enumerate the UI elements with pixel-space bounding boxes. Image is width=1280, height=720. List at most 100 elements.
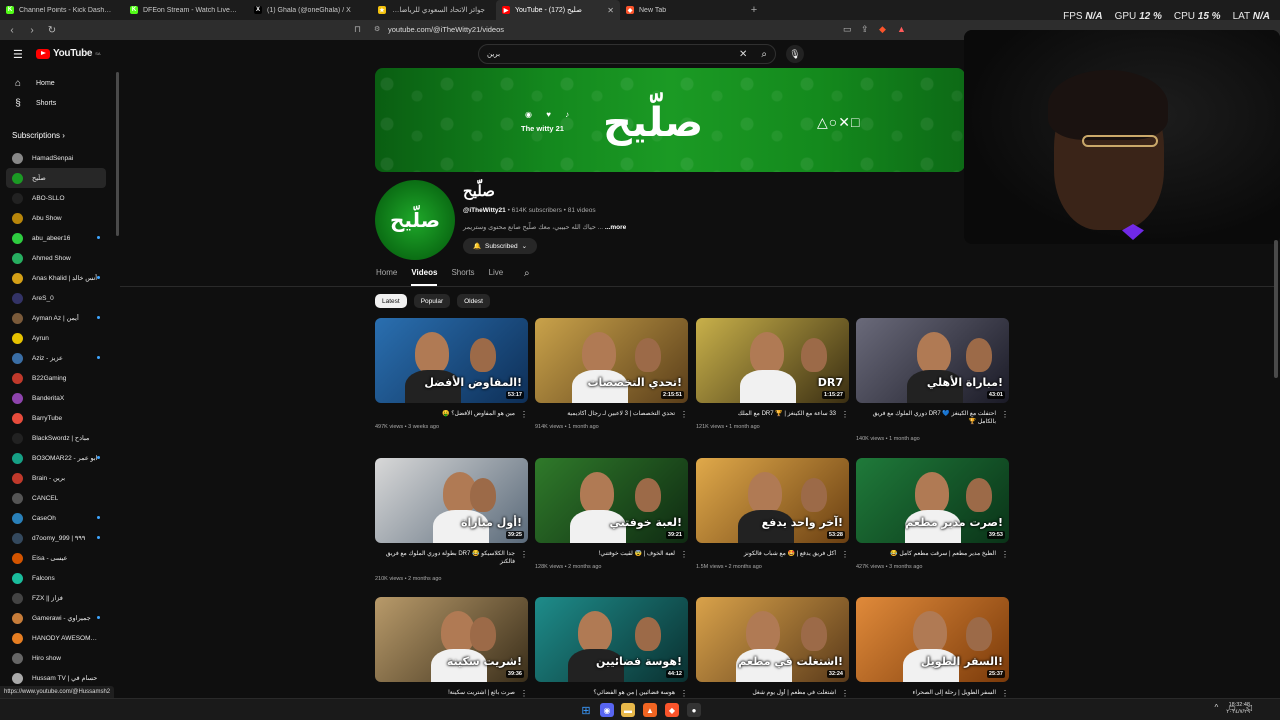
sidebar-channel-item[interactable]: BarryTube: [6, 408, 106, 428]
video-card[interactable]: السفر الطويل! 25:37 السفر الطويل | رحلة إل…: [856, 597, 1009, 700]
sidebar-channel-item[interactable]: ABO-SLLO: [6, 188, 106, 208]
video-title[interactable]: 33 ساعة مع الكينغز | 🏆 DR7 مع الملك: [696, 410, 836, 418]
video-thumbnail[interactable]: صرت مدير مطعم! 39:53: [856, 458, 1009, 543]
voice-search-button[interactable]: 🎙: [786, 45, 804, 63]
brave-browser-icon[interactable]: ◆: [665, 703, 679, 717]
video-thumbnail[interactable]: آخر واحد يدفع! 53:28: [696, 458, 849, 543]
chip-latest[interactable]: Latest: [375, 294, 407, 308]
video-thumbnail[interactable]: اشتغلت في مطعم! 32:24: [696, 597, 849, 682]
video-card[interactable]: لعبة خوفتني! 39:21 لعبة الخوف | 😨 لقيت خوف…: [535, 458, 688, 588]
windows-start-icon[interactable]: ⊞: [579, 703, 593, 717]
sidebar-item-home[interactable]: ⌂ Home: [12, 78, 55, 89]
sidebar-channel-item[interactable]: CaseOh: [6, 508, 106, 528]
video-card[interactable]: DR7 1:15:27 33 ساعة مع الكينغز | 🏆 DR7 مع …: [696, 318, 849, 448]
page-scrollbar[interactable]: [1274, 240, 1278, 378]
sidebar-scrollbar[interactable]: [116, 72, 119, 236]
browser-tab[interactable]: ★ جوائز الاتحاد السعودي للرياضات الإلكترو…: [372, 0, 496, 20]
sidebar-channel-item[interactable]: d7oomy_999 | ٩٩٩: [6, 528, 106, 548]
video-title[interactable]: هوسة فضائيين | من هو الفضائي؟: [535, 689, 675, 697]
sidebar-channel-item[interactable]: Falcons: [6, 568, 106, 588]
tab-live[interactable]: Live: [489, 266, 504, 286]
video-card[interactable]: آخر واحد يدفع! 53:28 أكل فريق يدفع | 🤩 مع …: [696, 458, 849, 588]
more-actions-icon[interactable]: ⋮: [1001, 410, 1009, 419]
search-icon[interactable]: ⌕: [761, 49, 767, 60]
video-card[interactable]: اشتغلت في مطعم! 32:24 اشتغلت في مطعم | أول…: [696, 597, 849, 700]
more-actions-icon[interactable]: ⋮: [680, 410, 688, 419]
sidebar-channel-item[interactable]: Ayman Az | أيمن: [6, 308, 106, 328]
tab-shorts[interactable]: Shorts: [451, 266, 474, 286]
sidebar-channel-item[interactable]: B22Gaming: [6, 368, 106, 388]
video-thumbnail[interactable]: المفاوض الأفضل! 53:17: [375, 318, 528, 403]
channel-search-icon[interactable]: ⌕: [524, 268, 530, 279]
video-card[interactable]: تحدي التخصصات! 2:15:51 تحدي التخصصات | 3 ل…: [535, 318, 688, 448]
search-box[interactable]: برين ✕ ⌕: [478, 44, 776, 64]
video-title[interactable]: اشتغلت في مطعم | أول يوم شغل: [696, 689, 836, 697]
sidebar-channel-item[interactable]: Brain - برين: [6, 468, 106, 488]
sidebar-channel-item[interactable]: BanderitaX: [6, 388, 106, 408]
share-icon[interactable]: ⇪: [861, 24, 869, 35]
sidebar-channel-item[interactable]: FZX || فزاز: [6, 588, 106, 608]
sidebar-channel-item[interactable]: Abu Show: [6, 208, 106, 228]
video-thumbnail[interactable]: مباراة الأهلي! 43:01: [856, 318, 1009, 403]
more-actions-icon[interactable]: ⋮: [841, 550, 849, 559]
more-actions-icon[interactable]: ⋮: [680, 689, 688, 698]
video-thumbnail[interactable]: السفر الطويل! 25:37: [856, 597, 1009, 682]
video-thumbnail[interactable]: شريت سكينة! 39:36: [375, 597, 528, 682]
channel-description[interactable]: حياك الله حبيبي، معك صلّيح صانع محتوى وس…: [463, 223, 626, 231]
video-card[interactable]: شريت سكينة! 39:36 صرت بائع | اشتريت سكينة!…: [375, 597, 528, 700]
menu-icon[interactable]: ☰: [13, 48, 23, 61]
app-icon[interactable]: ▲: [643, 703, 657, 717]
forward-icon[interactable]: ›: [26, 25, 38, 36]
more-actions-icon[interactable]: ⋮: [520, 410, 528, 419]
browser-tab[interactable]: ◆ New Tab: [620, 0, 744, 20]
sidebar-channel-item[interactable]: صلّيح: [6, 168, 106, 188]
sidebar-channel-item[interactable]: Aziz - عزيز: [6, 348, 106, 368]
tab-close-icon[interactable]: ✕: [607, 6, 614, 15]
subscriptions-header[interactable]: Subscriptions ›: [12, 131, 65, 140]
channel-avatar[interactable]: صلّيح: [375, 180, 455, 260]
video-title[interactable]: تحدي التخصصات | 3 لاعبين لـ رجال أكاديمي…: [535, 410, 675, 418]
more-actions-icon[interactable]: ⋮: [520, 550, 528, 559]
file-explorer-icon[interactable]: ▬: [621, 703, 635, 717]
obs-icon[interactable]: ●: [687, 703, 701, 717]
back-icon[interactable]: ‹: [6, 25, 18, 36]
sidebar-channel-item[interactable]: abu_abeer16: [6, 228, 106, 248]
chip-oldest[interactable]: Oldest: [457, 294, 490, 308]
browser-tab[interactable]: K DFEon Stream - Watch Live on Kick: [124, 0, 248, 20]
more-link[interactable]: ...more: [605, 224, 626, 231]
browser-tab[interactable]: ▶ YouTube - صلّيح (172) ✕: [496, 0, 620, 20]
video-title[interactable]: صرت بائع | اشتريت سكينة!: [375, 689, 515, 697]
video-card[interactable]: أول مباراة! 39:25 جداً الكلاسيكو 😂 DR7 بطو…: [375, 458, 528, 588]
sidebar-channel-item[interactable]: BO3OMAR22 - ابو عمر: [6, 448, 106, 468]
rewards-icon[interactable]: ▲: [897, 24, 906, 34]
system-clock[interactable]: 18:32:48 ٢٠٢٤/٧/٢٩: [1226, 702, 1250, 716]
address-bar[interactable]: youtube.com/@iTheWitty21/videos: [388, 25, 504, 34]
video-card[interactable]: هوسة فضائيين! 44:12 هوسة فضائيين | من هو ا…: [535, 597, 688, 700]
subscribed-button[interactable]: 🔔 Subscribed ⌄: [463, 238, 537, 254]
more-actions-icon[interactable]: ⋮: [841, 410, 849, 419]
reload-icon[interactable]: ↻: [46, 25, 58, 36]
sidebar-channel-item[interactable]: Anas Khalid | أنس خالد: [6, 268, 106, 288]
browser-tab[interactable]: X (1) Ghala (@oneGhala) / X: [248, 0, 372, 20]
browser-tab[interactable]: K Channel Points - Kick Dashboard: [0, 0, 124, 20]
video-title[interactable]: احتفلت مع الكينغز 💙 DR7 دوري الملوك مع ف…: [856, 410, 996, 426]
bookmark-icon[interactable]: ⊓: [354, 24, 361, 35]
sidebar-channel-item[interactable]: HANODY AWESOME...: [6, 628, 106, 648]
video-thumbnail[interactable]: لعبة خوفتني! 39:21: [535, 458, 688, 543]
sidebar-channel-item[interactable]: Gamerawi - جميراوي: [6, 608, 106, 628]
sidebar-channel-item[interactable]: Ayrun: [6, 328, 106, 348]
sidebar-channel-item[interactable]: HamadSenpai: [6, 148, 106, 168]
more-actions-icon[interactable]: ⋮: [520, 689, 528, 698]
sidebar-channel-item[interactable]: Ahmed Show: [6, 248, 106, 268]
site-info-icon[interactable]: ⚙: [374, 25, 380, 33]
tab-videos[interactable]: Videos: [411, 266, 438, 286]
sidebar-channel-item[interactable]: BlackSwordz | مبادح: [6, 428, 106, 448]
sidebar-channel-item[interactable]: AreS_0: [6, 288, 106, 308]
video-thumbnail[interactable]: أول مباراة! 39:25: [375, 458, 528, 543]
sidebar-item-shorts[interactable]: § Shorts: [12, 98, 56, 109]
sidebar-channel-item[interactable]: Hiro show: [6, 648, 106, 668]
video-title[interactable]: السفر الطويل | رحلة إلى الصحراء: [856, 689, 997, 697]
video-thumbnail[interactable]: هوسة فضائيين! 44:12: [535, 597, 688, 682]
youtube-logo[interactable]: YouTube SA: [36, 48, 101, 59]
sidebar-channel-item[interactable]: Hussam TV | حسام في: [6, 668, 106, 688]
